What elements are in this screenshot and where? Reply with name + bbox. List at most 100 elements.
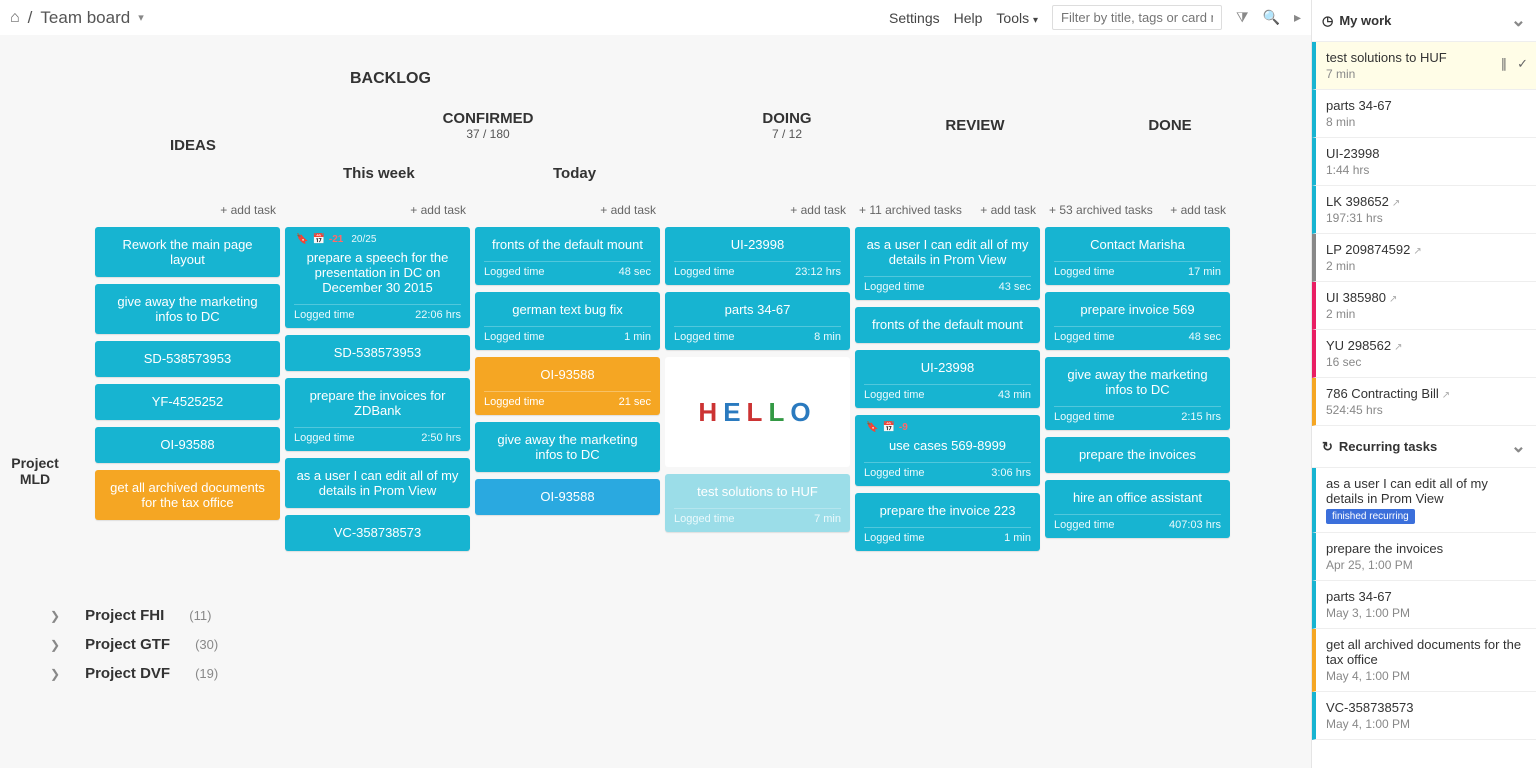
check-icon[interactable]: ✓ <box>1517 56 1528 72</box>
refresh-icon: ↻ <box>1322 439 1333 455</box>
logged-time-value: 43 sec <box>999 281 1031 293</box>
card[interactable]: prepare invoice 569Logged time48 sec <box>1045 292 1230 350</box>
breadcrumb-title[interactable]: Team board <box>40 8 130 28</box>
logged-time-label: Logged time <box>674 513 735 525</box>
image-card[interactable]: HELLO <box>665 357 850 467</box>
card[interactable]: SD-538573953 <box>95 341 280 377</box>
external-icon: ↗ <box>1392 198 1400 209</box>
link-tools[interactable]: Tools ▾ <box>996 10 1038 26</box>
pause-icon[interactable]: ∥ <box>1501 56 1508 72</box>
logged-time-label: Logged time <box>1054 331 1115 343</box>
sidebar-item[interactable]: as a user I can edit all of my details i… <box>1312 468 1536 533</box>
sidebar-item[interactable]: 786 Contracting Bill↗524:45 hrs <box>1312 378 1536 426</box>
logged-time-value: 1 min <box>1004 532 1031 544</box>
sidebar-item[interactable]: get all archived documents for the tax o… <box>1312 629 1536 692</box>
sidebar-item[interactable]: test solutions to HUF7 min∥✓ <box>1312 42 1536 90</box>
sidebar-item[interactable]: parts 34-67May 3, 1:00 PM <box>1312 581 1536 629</box>
logged-time-label: Logged time <box>1054 266 1115 278</box>
add-task[interactable]: + add task <box>1170 203 1226 217</box>
chevron-right-icon: ❯ <box>50 667 60 681</box>
card-title: prepare the invoices for ZDBank <box>294 385 461 421</box>
card[interactable]: VC-358738573 <box>285 515 470 551</box>
sidebar-item[interactable]: LP 209874592↗2 min <box>1312 234 1536 282</box>
card-title: UI-23998 <box>674 234 841 255</box>
card-title: test solutions to HUF <box>674 481 841 502</box>
add-task[interactable]: + add task <box>790 203 846 217</box>
card[interactable]: prepare the invoice 223Logged time1 min <box>855 493 1040 551</box>
card[interactable]: hire an office assistantLogged time407:0… <box>1045 480 1230 538</box>
sidebar-item[interactable]: VC-358738573May 4, 1:00 PM <box>1312 692 1536 740</box>
search-input[interactable] <box>1052 5 1222 30</box>
card-title: Rework the main page layout <box>104 234 271 270</box>
archived-link[interactable]: + 53 archived tasks <box>1049 203 1153 217</box>
swimlane-label: Project MLD <box>5 455 65 487</box>
add-task[interactable]: + add task <box>410 203 466 217</box>
mywork-header[interactable]: ◷ My work ⌄ <box>1312 0 1536 42</box>
card[interactable]: Contact MarishaLogged time17 min <box>1045 227 1230 285</box>
card[interactable]: as a user I can edit all of my details i… <box>855 227 1040 300</box>
sidebar-item[interactable]: UI 385980↗2 min <box>1312 282 1536 330</box>
sidebar-item[interactable]: LK 398652↗197:31 hrs <box>1312 186 1536 234</box>
chevron-down-icon[interactable]: ⌄ <box>1511 436 1526 457</box>
forward-icon[interactable]: ▸ <box>1294 9 1301 26</box>
sidebar-item[interactable]: YU 298562↗16 sec <box>1312 330 1536 378</box>
card[interactable]: test solutions to HUFLogged time7 min <box>665 474 850 532</box>
card-title: SD-538573953 <box>294 342 461 363</box>
card[interactable]: give away the marketing infos to DC <box>95 284 280 334</box>
card-title: OI-93588 <box>484 486 651 507</box>
col-backlog: BACKLOG <box>350 70 431 88</box>
card[interactable]: german text bug fixLogged time1 min <box>475 292 660 350</box>
card[interactable]: 🔖📅-9use cases 569-8999Logged time3:06 hr… <box>855 415 1040 486</box>
logged-time-label: Logged time <box>864 281 925 293</box>
search-icon[interactable]: 🔍 <box>1263 9 1280 26</box>
breadcrumb[interactable]: ⌂ / Team board ▾ <box>10 8 144 28</box>
col-done: DONE <box>1120 117 1220 134</box>
card[interactable]: fronts of the default mountLogged time48… <box>475 227 660 285</box>
card[interactable]: UI-23998Logged time23:12 hrs <box>665 227 850 285</box>
external-icon: ↗ <box>1389 294 1397 305</box>
card[interactable]: prepare the invoices <box>1045 437 1230 473</box>
filter-icon[interactable]: ⧩ <box>1236 9 1249 26</box>
card-title: get all archived documents for the tax o… <box>104 477 271 513</box>
logged-time-value: 2:50 hrs <box>421 432 461 444</box>
card[interactable]: OI-93588 <box>475 479 660 515</box>
card[interactable]: OI-93588Logged time21 sec <box>475 357 660 415</box>
card[interactable]: Rework the main page layout <box>95 227 280 277</box>
sidebar-item[interactable]: prepare the invoicesApr 25, 1:00 PM <box>1312 533 1536 581</box>
project-row[interactable]: ❯Project DVF(19) <box>25 659 1286 688</box>
link-settings[interactable]: Settings <box>889 10 940 26</box>
card[interactable]: parts 34-67Logged time8 min <box>665 292 850 350</box>
card[interactable]: give away the marketing infos to DCLogge… <box>1045 357 1230 430</box>
sidebar-item[interactable]: UI-239981:44 hrs <box>1312 138 1536 186</box>
card[interactable]: 🔖📅-2120/25prepare a speech for the prese… <box>285 227 470 328</box>
card[interactable]: UI-23998Logged time43 min <box>855 350 1040 408</box>
logged-time-value: 43 min <box>998 389 1031 401</box>
link-help[interactable]: Help <box>954 10 983 26</box>
logged-time-value: 22:06 hrs <box>415 309 461 321</box>
card[interactable]: prepare the invoices for ZDBankLogged ti… <box>285 378 470 451</box>
card[interactable]: get all archived documents for the tax o… <box>95 470 280 520</box>
card-title: VC-358738573 <box>294 522 461 543</box>
card[interactable]: YF-4525252 <box>95 384 280 420</box>
add-task[interactable]: + add task <box>600 203 656 217</box>
recurring-header[interactable]: ↻ Recurring tasks ⌄ <box>1312 426 1536 468</box>
sidebar-item[interactable]: parts 34-678 min <box>1312 90 1536 138</box>
add-task[interactable]: + add task <box>220 203 276 217</box>
card[interactable]: give away the marketing infos to DC <box>475 422 660 472</box>
top-right: Settings Help Tools ▾ ⧩ 🔍 ▸ <box>889 5 1301 30</box>
add-task[interactable]: + add task <box>980 203 1036 217</box>
card[interactable]: OI-93588 <box>95 427 280 463</box>
chevron-down-icon[interactable]: ▾ <box>138 11 144 24</box>
card-title: YF-4525252 <box>104 391 271 412</box>
home-icon[interactable]: ⌂ <box>10 9 20 27</box>
logged-time-label: Logged time <box>294 309 355 321</box>
archived-link[interactable]: + 11 archived tasks <box>859 203 962 217</box>
chevron-down-icon[interactable]: ⌄ <box>1511 10 1526 31</box>
card[interactable]: SD-538573953 <box>285 335 470 371</box>
card[interactable]: fronts of the default mount <box>855 307 1040 343</box>
project-row[interactable]: ❯Project FHI(11) <box>25 601 1286 630</box>
card[interactable]: as a user I can edit all of my details i… <box>285 458 470 508</box>
sidebar: ◷ My work ⌄ test solutions to HUF7 min∥✓… <box>1311 0 1536 768</box>
project-row[interactable]: ❯Project GTF(30) <box>25 630 1286 659</box>
card-title: give away the marketing infos to DC <box>484 429 651 465</box>
